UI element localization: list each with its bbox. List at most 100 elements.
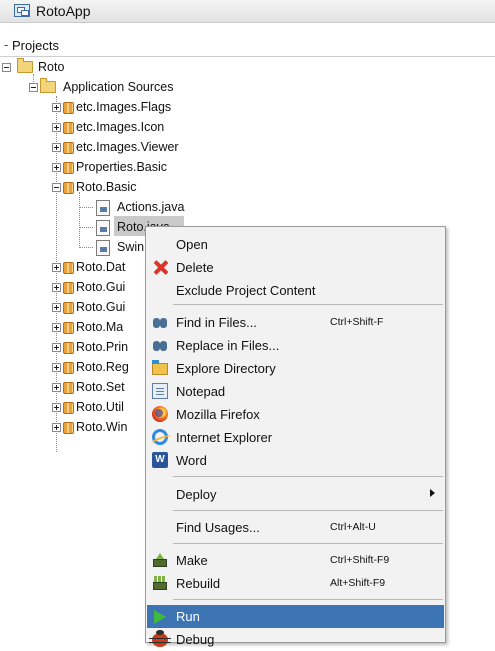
expand-icon[interactable] xyxy=(52,143,61,152)
package-icon xyxy=(63,422,74,434)
rebuild-icon xyxy=(152,575,168,591)
menu-item-shortcut: Ctrl+Alt-U xyxy=(330,521,376,533)
context-menu: Open Delete Exclude Project Content Find… xyxy=(145,226,446,647)
menu-separator xyxy=(173,599,443,600)
project-folder-icon xyxy=(17,58,33,73)
menu-item-label: Replace in Files... xyxy=(176,338,280,353)
menu-item-label: Exclude Project Content xyxy=(176,283,316,298)
tree-node-label: Roto.Dat xyxy=(76,260,126,274)
tree-node-label: Roto.Util xyxy=(76,400,124,414)
menu-item-open[interactable]: Open xyxy=(147,233,444,256)
package-icon xyxy=(63,362,74,374)
menu-separator xyxy=(173,476,443,477)
java-file-icon xyxy=(96,200,110,216)
menu-item-shortcut: Ctrl+Shift-F9 xyxy=(330,554,390,566)
expand-icon[interactable] xyxy=(52,423,61,432)
menu-item-rebuild[interactable]: Rebuild Alt+Shift-F9 xyxy=(147,572,444,595)
delete-icon xyxy=(152,259,168,275)
tree-node-label: Roto.Basic xyxy=(76,180,137,194)
expand-icon[interactable] xyxy=(52,323,61,332)
tree-node-label: Application Sources xyxy=(63,80,174,94)
menu-item-label: Delete xyxy=(176,260,214,275)
tree-node-label: Roto xyxy=(38,60,65,74)
run-play-icon xyxy=(154,610,166,624)
package-icon xyxy=(63,142,74,154)
menu-item-label: Deploy xyxy=(176,487,217,502)
menu-item-run[interactable]: Run xyxy=(147,605,444,628)
menu-item-label: Find Usages... xyxy=(176,520,260,535)
menu-item-label: Mozilla Firefox xyxy=(176,407,260,422)
tree-connector xyxy=(79,207,93,208)
expand-icon[interactable] xyxy=(52,403,61,412)
package-icon xyxy=(63,182,74,194)
menu-item-shortcut: Alt+Shift-F9 xyxy=(330,577,386,589)
java-file-icon xyxy=(96,220,110,236)
menu-item-shortcut: Ctrl+Shift-F xyxy=(330,316,384,328)
binoculars-icon xyxy=(152,314,168,330)
tree-node-label: etc.Images.Viewer xyxy=(76,140,179,154)
menu-item-debug[interactable]: Debug xyxy=(147,628,444,651)
menu-item-replace-in-files[interactable]: Replace in Files... xyxy=(147,334,444,357)
tree-node-label: Roto.Win xyxy=(76,420,128,434)
binoculars-icon xyxy=(152,337,168,353)
expand-icon[interactable] xyxy=(52,163,61,172)
debug-bug-icon xyxy=(149,630,171,647)
menu-item-explore-directory[interactable]: Explore Directory xyxy=(147,357,444,380)
package-icon xyxy=(63,322,74,334)
menu-item-notepad[interactable]: Notepad xyxy=(147,380,444,403)
menu-item-internet-explorer[interactable]: Internet Explorer xyxy=(147,426,444,449)
folder-icon xyxy=(40,78,56,93)
tree-node-label: Roto.Ma xyxy=(76,320,124,334)
application-window-icon xyxy=(14,4,30,17)
tree-node-label: etc.Images.Flags xyxy=(76,100,172,114)
menu-item-exclude-project-content[interactable]: Exclude Project Content xyxy=(147,279,444,302)
tree-node-label: Roto.Set xyxy=(76,380,125,394)
menu-item-label: Debug xyxy=(176,632,215,647)
package-icon xyxy=(63,102,74,114)
explore-folder-icon xyxy=(152,360,168,375)
menu-item-label: Open xyxy=(176,237,208,252)
collapse-icon[interactable] xyxy=(2,63,11,72)
tree-connector xyxy=(79,227,93,228)
projects-panel-header[interactable]: - Projects xyxy=(0,36,495,57)
menu-item-delete[interactable]: Delete xyxy=(147,256,444,279)
expand-icon[interactable] xyxy=(52,123,61,132)
expand-icon[interactable] xyxy=(52,363,61,372)
menu-item-mozilla-firefox[interactable]: Mozilla Firefox xyxy=(147,403,444,426)
package-icon xyxy=(63,382,74,394)
tree-node-label: Roto.Reg xyxy=(76,360,129,374)
expand-icon[interactable] xyxy=(52,263,61,272)
projects-panel-title: Projects xyxy=(12,38,59,53)
collapse-panel-icon[interactable]: - xyxy=(4,37,8,52)
menu-separator xyxy=(173,543,443,544)
package-icon xyxy=(63,402,74,414)
tree-node-label: Roto.Prin xyxy=(76,340,129,354)
java-file-icon xyxy=(96,240,110,256)
menu-item-label: Word xyxy=(176,453,207,468)
collapse-icon[interactable] xyxy=(29,83,38,92)
collapse-icon[interactable] xyxy=(52,183,61,192)
window-title: RotoApp xyxy=(36,3,91,19)
notepad-icon xyxy=(152,383,168,399)
expand-icon[interactable] xyxy=(52,343,61,352)
menu-item-label: Internet Explorer xyxy=(176,430,273,445)
tree-node-label: Actions.java xyxy=(117,200,185,214)
title-bar: RotoApp xyxy=(0,0,495,23)
expand-icon[interactable] xyxy=(52,283,61,292)
package-icon xyxy=(63,282,74,294)
expand-icon[interactable] xyxy=(52,103,61,112)
expand-icon[interactable] xyxy=(52,383,61,392)
menu-item-find-usages[interactable]: Find Usages... Ctrl+Alt-U xyxy=(147,516,444,539)
package-icon xyxy=(63,302,74,314)
menu-item-word[interactable]: W Word xyxy=(147,449,444,472)
tree-node-label: Roto.Gui xyxy=(76,280,126,294)
menu-item-make[interactable]: Make Ctrl+Shift-F9 xyxy=(147,549,444,572)
submenu-arrow-icon xyxy=(430,489,435,497)
expand-icon[interactable] xyxy=(52,303,61,312)
menu-item-find-in-files[interactable]: Find in Files... Ctrl+Shift-F xyxy=(147,311,444,334)
package-icon xyxy=(63,342,74,354)
menu-item-label: Find in Files... xyxy=(176,315,257,330)
menu-item-label: Run xyxy=(176,609,200,624)
menu-separator xyxy=(173,304,443,305)
menu-item-deploy[interactable]: Deploy xyxy=(147,483,444,506)
